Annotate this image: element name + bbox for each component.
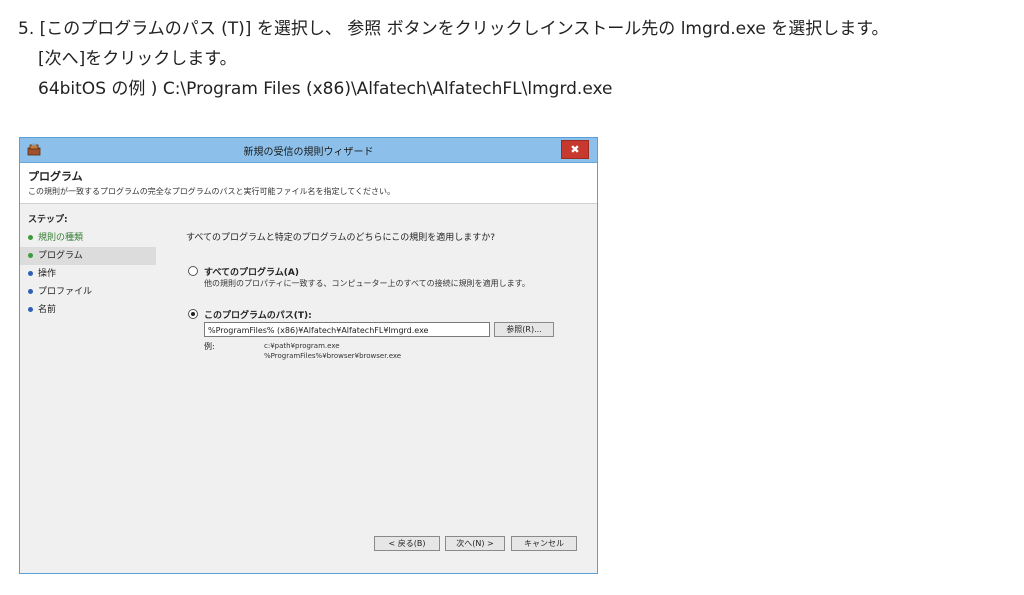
step-action[interactable]: 操作 (20, 265, 158, 283)
step-todo-icon (28, 307, 33, 312)
step-label: 名前 (38, 305, 57, 315)
close-button[interactable]: ✖ (561, 140, 589, 159)
example-line-1: c:¥path¥program.exe (264, 342, 340, 350)
steps-pane: ステップ: 規則の種類 プログラム 操作 プロファイル 名前 (20, 204, 158, 573)
example-line-2: %ProgramFiles%¥browser¥browser.exe (264, 352, 402, 360)
instruction-line-1: 5. [このプログラムのパス (T)] を選択し、 参照 ボタンをクリックしイン… (18, 19, 889, 39)
step-program[interactable]: プログラム (20, 247, 156, 265)
step-done-icon (28, 235, 33, 240)
instruction-line-2: [次へ]をクリックします。 (38, 49, 237, 69)
dialog-title: 新規の受信の規則ウィザード (243, 147, 374, 158)
steps-heading: ステップ: (28, 215, 68, 225)
question-text: すべてのプログラムと特定のプログラムのどちらにこの規則を適用しますか? (186, 233, 496, 243)
radio-all-programs[interactable] (188, 266, 198, 276)
radio-program-path[interactable] (188, 309, 198, 319)
step-todo-icon (28, 289, 33, 294)
page-title: プログラム (28, 170, 83, 183)
browse-button[interactable]: 参照(R)... (494, 322, 554, 337)
step-label: 操作 (38, 269, 57, 279)
next-button[interactable]: 次へ(N) > (445, 536, 505, 551)
content-pane: すべてのプログラムと特定のプログラムのどちらにこの規則を適用しますか? すべての… (160, 210, 595, 571)
option-all-label[interactable]: すべてのプログラム(A) (204, 265, 299, 278)
step-done-icon (28, 253, 33, 258)
step-todo-icon (28, 271, 33, 276)
option-path-label[interactable]: このプログラムのパス(T): (204, 308, 312, 321)
option-all-description: 他の規則のプロパティに一致する、コンピューター上のすべての接続に規則を適用します… (204, 279, 530, 288)
close-icon: ✖ (570, 143, 580, 156)
step-label: プロファイル (38, 287, 93, 297)
cancel-button[interactable]: キャンセル (511, 536, 577, 551)
program-path-input[interactable]: %ProgramFiles% (x86)¥Alfatech¥AlfatechFL… (204, 322, 490, 337)
step-label: プログラム (38, 251, 83, 261)
title-bar[interactable]: 新規の受信の規則ウィザード ✖ (20, 138, 597, 163)
step-profile[interactable]: プロファイル (20, 283, 158, 301)
instruction-line-3: 64bitOS の例 ) C:\Program Files (x86)\Alfa… (38, 79, 613, 99)
header-band: プログラム この規則が一致するプログラムの完全なプログラムのパスと実行可能ファイ… (20, 163, 597, 204)
step-name[interactable]: 名前 (20, 301, 158, 319)
step-rule-type[interactable]: 規則の種類 (20, 229, 158, 247)
wizard-dialog: 新規の受信の規則ウィザード ✖ プログラム この規則が一致するプログラムの完全な… (19, 137, 598, 574)
example-label: 例: (204, 342, 215, 351)
step-label: 規則の種類 (38, 233, 84, 243)
instructions: 5. [このプログラムのパス (T)] を選択し、 参照 ボタンをクリックしイン… (18, 14, 1018, 104)
page-description: この規則が一致するプログラムの完全なプログラムのパスと実行可能ファイル名を指定し… (28, 187, 396, 196)
back-button[interactable]: < 戻る(B) (374, 536, 440, 551)
example-lines: c:¥path¥program.exe %ProgramFiles%¥brows… (264, 341, 401, 361)
